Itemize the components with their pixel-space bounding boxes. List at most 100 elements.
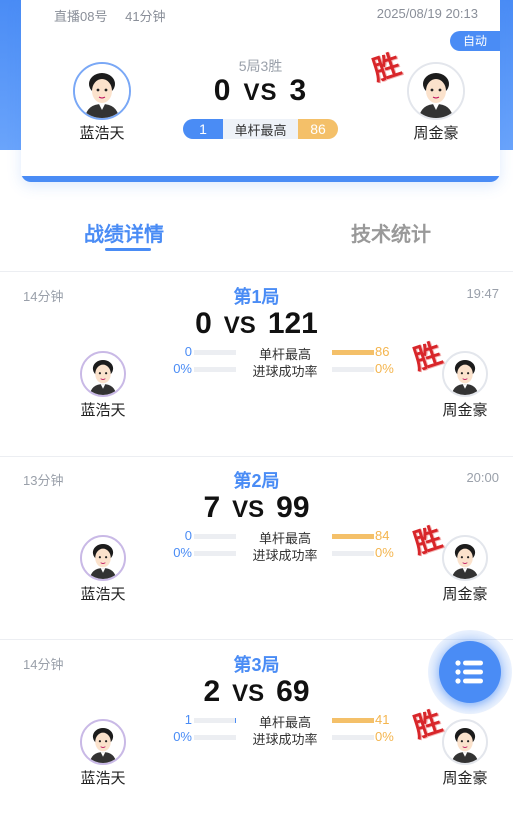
high-break-label: 单杆最高 [234,122,287,138]
player-left[interactable]: 蓝浩天 [75,719,131,788]
stat-left-value: 0% [173,361,192,376]
player-right[interactable]: 周金豪 [437,351,493,420]
stat-left-bar [194,735,236,740]
vs-label: VS [232,496,265,523]
score-left: 0 [213,74,232,107]
player-name: 蓝浩天 [80,402,126,419]
avatar-icon [82,353,124,395]
game-score: 7 VS 99 [0,491,513,525]
player-name: 蓝浩天 [80,586,126,603]
stat-left-value: 0 [184,344,192,359]
stat-left-bar [194,350,236,355]
match-summary-card: 直播08号 41分钟 2025/08/19 20:13 自动 5局3胜 0 VS 3… [21,0,500,182]
player-right[interactable]: 周金豪 [404,62,468,143]
score-left: 7 [203,491,221,524]
vs-label: VS [223,312,256,339]
tab-record-details[interactable]: 战绩详情 [84,218,164,247]
score-right: 69 [276,675,310,708]
avatar [407,62,465,120]
score-right: 121 [267,307,318,340]
high-break-left: 1 [183,119,223,139]
avatar-icon [75,64,129,118]
stat-right-bar [332,551,374,556]
avatar [442,535,488,581]
match-meta: 直播08号 41分钟 [54,6,180,25]
game-title: 第1局 [233,287,280,307]
stat-right-bar [332,350,374,355]
avatar [80,351,126,397]
list-icon [455,660,483,684]
stat-left-value: 0% [173,545,192,560]
game-score: 0 VS 121 [0,307,513,341]
avatar-icon [409,64,463,118]
stat-right-bar [332,735,374,740]
player-left[interactable]: 蓝浩天 [70,62,134,143]
vs-label: VS [232,680,265,707]
card-bottom-bar [21,176,500,182]
stat-row-success-rate: 0% 进球成功率 0% [160,361,400,379]
stat-left-value: 0 [184,528,192,543]
stat-right-bar [332,718,374,723]
avatar-icon [444,353,486,395]
player-name: 周金豪 [442,402,488,419]
player-name: 周金豪 [442,770,488,787]
tab-tech-stats[interactable]: 技术统计 [351,218,431,247]
stat-left-value: 0% [173,729,192,744]
stat-row-high-break: 1 单杆最高 41 [160,712,400,730]
player-right[interactable]: 周金豪 [437,535,493,604]
player-right[interactable]: 周金豪 [437,719,493,788]
player-name: 周金豪 [442,586,488,603]
stat-right-value: 0% [375,361,394,376]
game-title: 第2局 [233,471,280,491]
score-left: 2 [203,675,221,708]
divider [0,271,513,272]
stat-right-value: 0% [375,729,394,744]
stat-label: 进球成功率 [252,732,318,747]
player-name: 蓝浩天 [79,125,125,142]
stat-row-high-break: 0 单杆最高 84 [160,528,400,546]
player-left[interactable]: 蓝浩天 [75,535,131,604]
stat-right-value: 41 [375,712,390,727]
avatar-icon [82,721,124,763]
stat-right-value: 84 [375,528,390,543]
match-duration: 41分钟 [125,9,166,24]
stat-left-value: 1 [184,712,192,727]
vs-label: VS [243,79,278,106]
fab-inner[interactable] [439,641,501,703]
tab-bar: 战绩详情 技术统计 [0,218,513,258]
avatar [442,351,488,397]
stat-left-bar [194,367,236,372]
divider [0,456,513,457]
avatar [80,535,126,581]
room-label: 直播08号 [54,9,108,24]
match-datetime: 2025/08/19 20:13 [376,6,478,21]
player-name: 蓝浩天 [80,770,126,787]
tab-underline [105,248,151,251]
stat-row-success-rate: 0% 进球成功率 0% [160,729,400,747]
avatar-icon [444,721,486,763]
player-left[interactable]: 蓝浩天 [75,351,131,420]
stat-left-bar [194,551,236,556]
avatar-icon [82,537,124,579]
player-name: 周金豪 [413,125,459,142]
stat-row-success-rate: 0% 进球成功率 0% [160,545,400,563]
high-break-bar: 1 单杆最高 86 [183,119,338,139]
stat-label: 进球成功率 [252,548,318,563]
list-fab-button[interactable] [428,630,512,714]
avatar-icon [444,537,486,579]
score-right: 99 [276,491,310,524]
stat-right-bar [332,367,374,372]
game-block[interactable]: 13分钟 20:00 第2局 7 VS 99 0 单杆最高 84 0% 进球成功率 0% 蓝浩天 周金豪胜 [0,457,513,639]
stat-left-bar [194,718,236,723]
stat-row-high-break: 0 单杆最高 86 [160,344,400,362]
stat-left-bar [194,534,236,539]
divider [0,639,513,640]
stat-right-value: 86 [375,344,390,359]
game-block[interactable]: 14分钟 19:47 第1局 0 VS 121 0 单杆最高 86 0% 进球成功率 0% 蓝浩天 周金豪… [0,273,513,455]
score-right: 3 [289,74,308,107]
avatar [80,719,126,765]
auto-mode-badge[interactable]: 自动 [450,31,500,51]
avatar [442,719,488,765]
score-left: 0 [195,307,212,340]
stat-right-bar [332,534,374,539]
